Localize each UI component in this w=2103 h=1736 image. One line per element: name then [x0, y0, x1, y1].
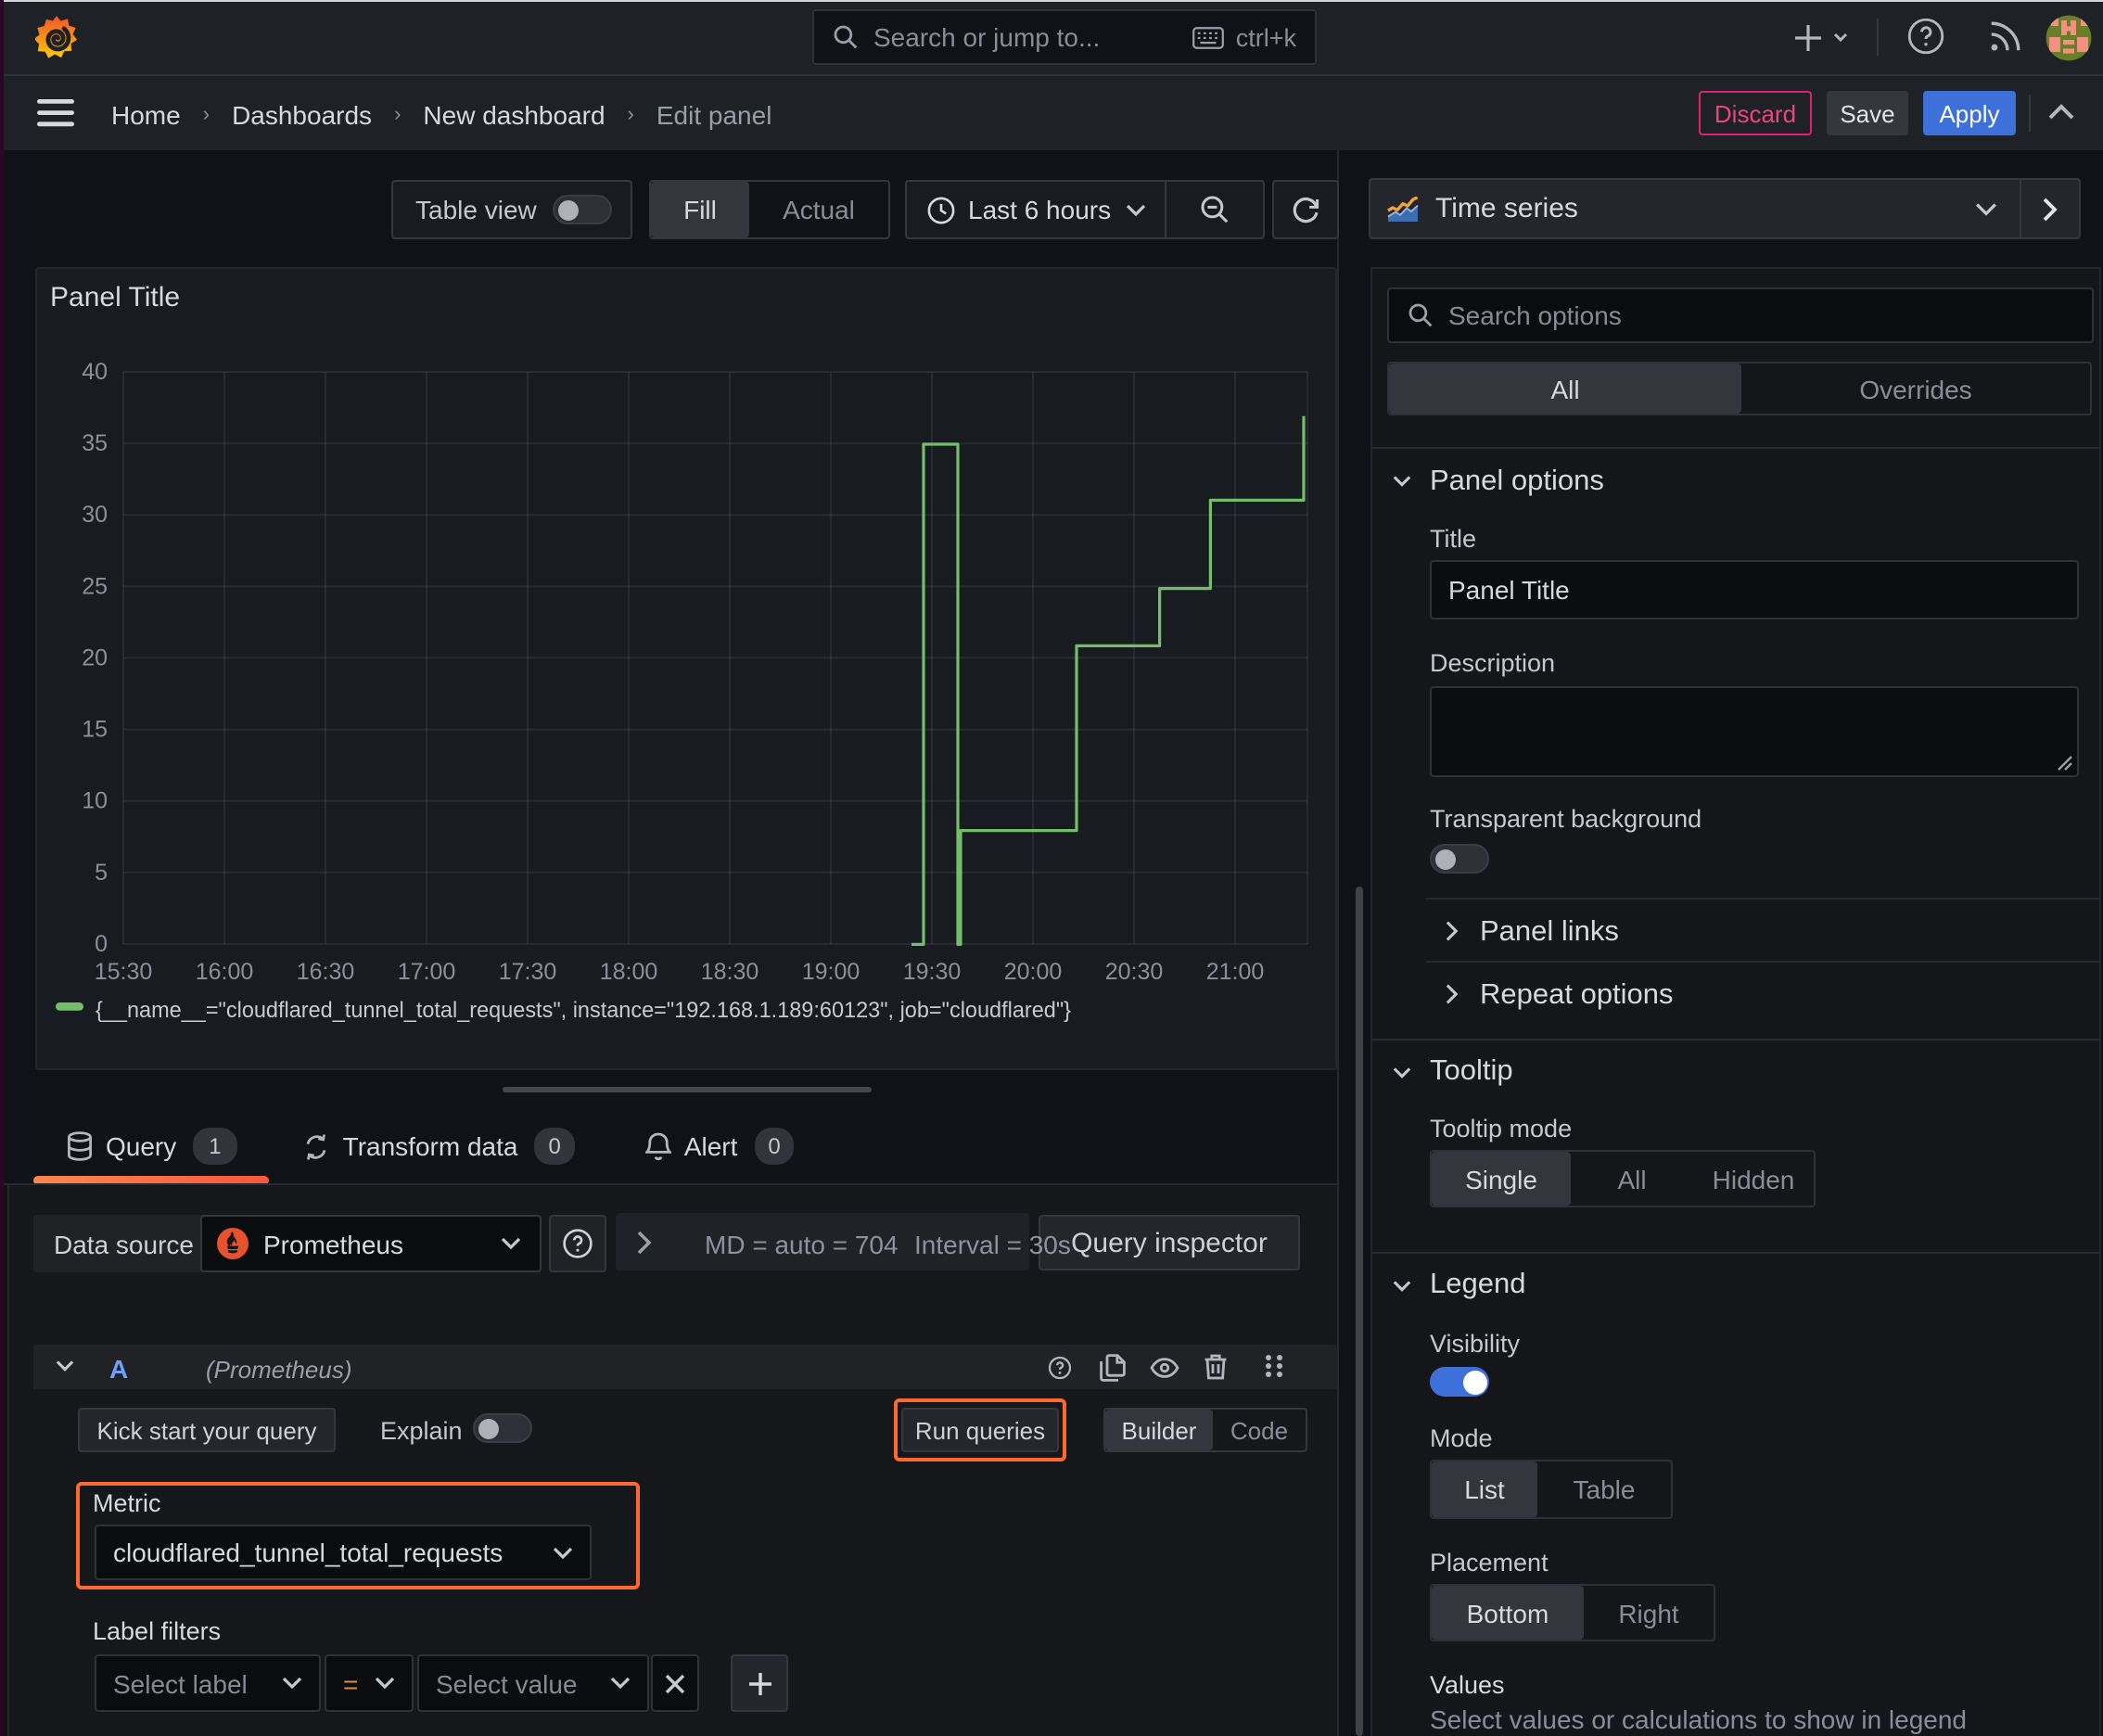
svg-text:20:30: 20:30	[1105, 959, 1164, 985]
svg-text:20: 20	[82, 645, 108, 670]
svg-text:35: 35	[82, 430, 108, 456]
svg-text:10: 10	[82, 788, 108, 814]
svg-text:19:00: 19:00	[802, 959, 860, 985]
svg-text:15: 15	[82, 717, 108, 743]
svg-text:19:30: 19:30	[903, 959, 962, 985]
svg-text:18:00: 18:00	[600, 959, 658, 985]
svg-text:{__name__="cloudflared_tunnel_: {__name__="cloudflared_tunnel_total_requ…	[96, 998, 1071, 1023]
svg-text:40: 40	[82, 359, 108, 385]
svg-text:25: 25	[82, 573, 108, 599]
svg-text:5: 5	[95, 860, 108, 886]
svg-text:21:00: 21:00	[1206, 959, 1265, 985]
svg-text:20:00: 20:00	[1004, 959, 1063, 985]
svg-text:17:30: 17:30	[499, 959, 557, 985]
svg-text:0: 0	[95, 931, 108, 957]
svg-text:16:30: 16:30	[297, 959, 355, 985]
svg-text:18:30: 18:30	[701, 959, 759, 985]
svg-text:17:00: 17:00	[398, 959, 456, 985]
svg-text:15:30: 15:30	[95, 959, 153, 985]
svg-text:16:00: 16:00	[196, 959, 254, 985]
svg-text:30: 30	[82, 502, 108, 528]
